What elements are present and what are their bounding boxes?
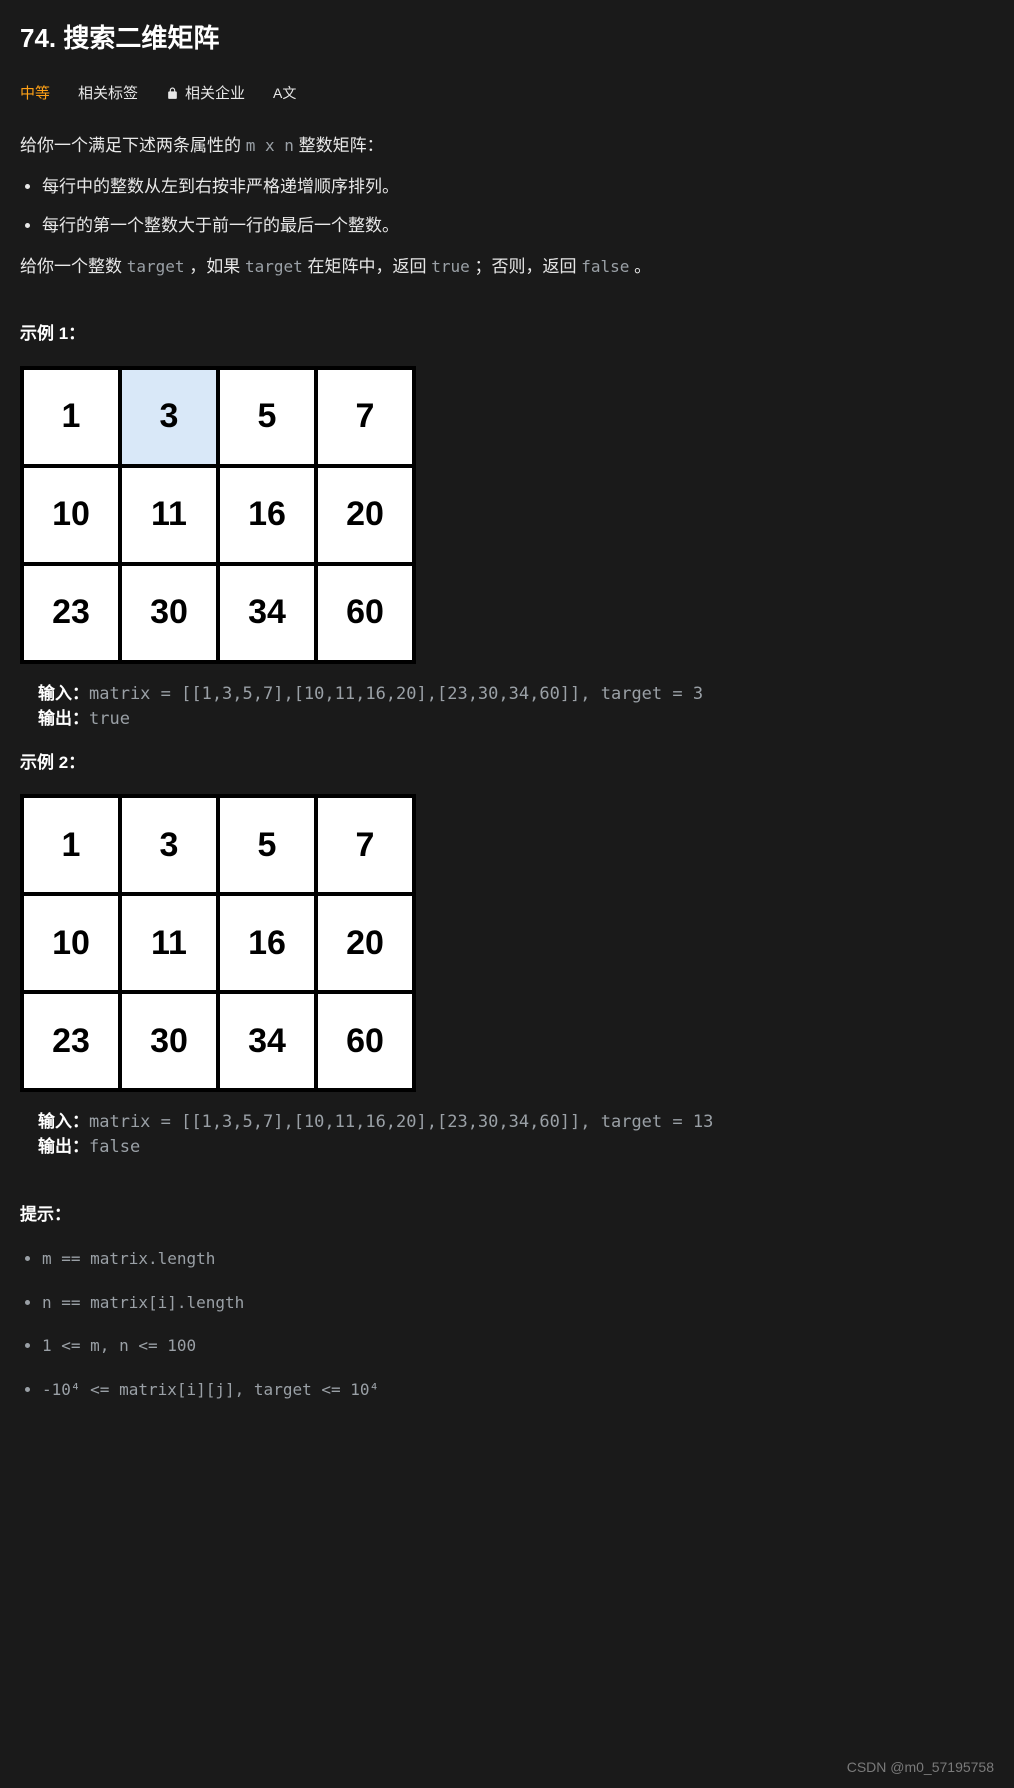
matrix-cell: 5	[218, 796, 316, 894]
hint-item: -10⁴ <= matrix[i][j], target <= 10⁴	[42, 1377, 994, 1403]
matrix-cell: 16	[218, 894, 316, 992]
matrix-cell: 30	[120, 564, 218, 662]
matrix-cell: 11	[120, 894, 218, 992]
code-inline: m x n	[246, 136, 294, 155]
description-line-2: 给你一个整数 target ，如果 target 在矩阵中，返回 true ；否…	[20, 253, 994, 280]
matrix-cell: 30	[120, 992, 218, 1090]
input-label: 输入：	[38, 684, 89, 704]
hints-list: m == matrix.length n == matrix[i].length 1…	[20, 1246, 994, 1402]
text: ；否则，返回	[470, 257, 581, 276]
matrix-cell: 3	[120, 796, 218, 894]
matrix-cell: 23	[22, 564, 120, 662]
matrix-cell: 34	[218, 564, 316, 662]
text: ，如果	[185, 257, 245, 276]
matrix-cell: 1	[22, 368, 120, 466]
companies-label: 相关企业	[185, 82, 245, 106]
list-item: 每行的第一个整数大于前一行的最后一个整数。	[42, 212, 994, 239]
matrix-cell: 7	[316, 796, 414, 894]
matrix-cell: 16	[218, 466, 316, 564]
matrix-cell: 20	[316, 466, 414, 564]
matrix-cell: 3	[120, 368, 218, 466]
description-line-1: 给你一个满足下述两条属性的 m x n 整数矩阵：	[20, 132, 994, 159]
matrix-cell: 10	[22, 466, 120, 564]
text: 给你一个整数	[20, 257, 127, 276]
code-inline: false	[581, 257, 629, 276]
code-inline: target	[127, 257, 185, 276]
code-inline: target	[245, 257, 303, 276]
hints-title: 提示：	[20, 1201, 994, 1228]
text: 。	[629, 257, 651, 276]
matrix-cell: 7	[316, 368, 414, 466]
matrix-cell: 23	[22, 992, 120, 1090]
matrix-cell: 34	[218, 992, 316, 1090]
input-label: 输入：	[38, 1112, 89, 1132]
input-value: matrix = [[1,3,5,7],[10,11,16,20],[23,30…	[89, 1112, 713, 1132]
text: 整数矩阵：	[294, 136, 384, 155]
output-value: true	[89, 709, 130, 729]
matrix-cell: 20	[316, 894, 414, 992]
output-label: 输出：	[38, 1137, 89, 1157]
example-1-title: 示例 1：	[20, 320, 994, 347]
input-value: matrix = [[1,3,5,7],[10,11,16,20],[23,30…	[89, 684, 703, 704]
tags-tab[interactable]: 相关标签	[78, 82, 138, 106]
example-1-io: 输入：matrix = [[1,3,5,7],[10,11,16,20],[23…	[38, 682, 994, 733]
hint-item: m == matrix.length	[42, 1246, 994, 1272]
code-inline: true	[431, 257, 470, 276]
example-2-matrix: 1357 10111620 23303460	[20, 794, 416, 1092]
example-2-title: 示例 2：	[20, 749, 994, 776]
hint-item: n == matrix[i].length	[42, 1290, 994, 1316]
matrix-cell: 10	[22, 894, 120, 992]
hint-item: 1 <= m, n <= 100	[42, 1333, 994, 1359]
matrix-cell: 60	[316, 992, 414, 1090]
text: 给你一个满足下述两条属性的	[20, 136, 246, 155]
companies-tab[interactable]: 相关企业	[166, 82, 245, 106]
example-2-io: 输入：matrix = [[1,3,5,7],[10,11,16,20],[23…	[38, 1110, 994, 1161]
matrix-cell: 1	[22, 796, 120, 894]
example-1-matrix: 1357 10111620 23303460	[20, 366, 416, 664]
output-label: 输出：	[38, 709, 89, 729]
translate-icon[interactable]: A文	[273, 82, 296, 104]
property-list: 每行中的整数从左到右按非严格递增顺序排列。 每行的第一个整数大于前一行的最后一个…	[20, 173, 994, 239]
matrix-cell: 5	[218, 368, 316, 466]
output-value: false	[89, 1137, 140, 1157]
list-item: 每行中的整数从左到右按非严格递增顺序排列。	[42, 173, 994, 200]
difficulty-tab[interactable]: 中等	[20, 82, 50, 106]
tab-bar: 中等 相关标签 相关企业 A文	[20, 82, 994, 106]
watermark: CSDN @m0_57195758	[847, 1756, 994, 1778]
matrix-cell: 60	[316, 564, 414, 662]
text: 在矩阵中，返回	[303, 257, 431, 276]
matrix-cell: 11	[120, 466, 218, 564]
page-title: 74. 搜索二维矩阵	[20, 18, 994, 60]
lock-icon	[166, 82, 179, 106]
